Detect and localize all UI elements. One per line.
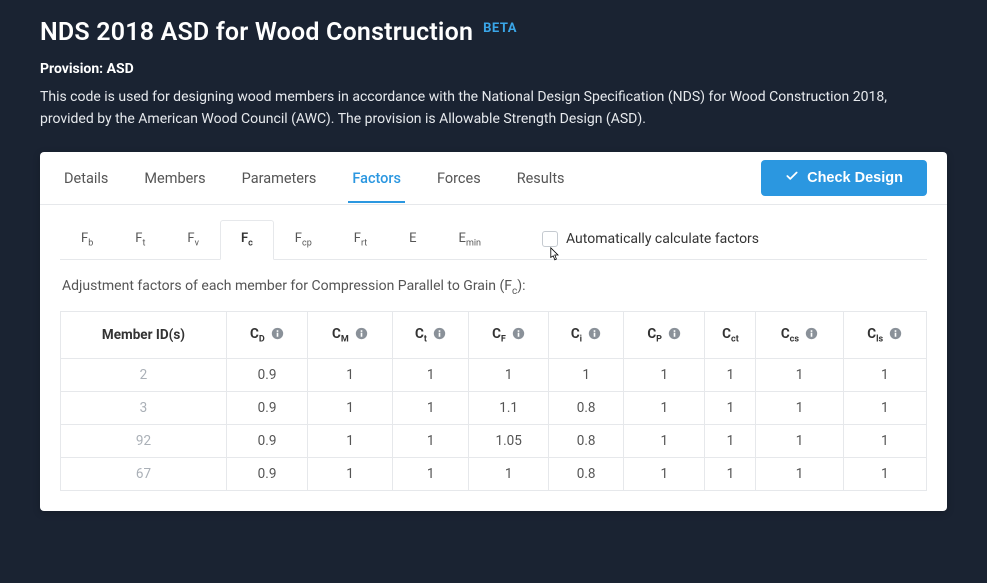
cell-value[interactable]: 1 bbox=[705, 425, 756, 458]
col-ccs: Ccs bbox=[756, 311, 843, 359]
cell-value[interactable]: 0.9 bbox=[226, 392, 307, 425]
info-icon[interactable] bbox=[668, 327, 681, 340]
info-icon[interactable] bbox=[512, 327, 525, 340]
subtab-fcp[interactable]: Fcp bbox=[274, 220, 333, 260]
cell-value[interactable]: 1.05 bbox=[469, 425, 549, 458]
adjustment-label: Adjustment factors of each member for Co… bbox=[60, 260, 927, 311]
col-ct: Ct bbox=[392, 311, 468, 359]
provision-label: Provision: ASD bbox=[40, 61, 947, 77]
info-icon[interactable] bbox=[889, 327, 902, 340]
cell-value[interactable]: 1 bbox=[843, 458, 926, 491]
cell-value[interactable]: 1 bbox=[392, 359, 468, 392]
page-title: NDS 2018 ASD for Wood Construction bbox=[40, 18, 473, 47]
cell-member-id[interactable]: 2 bbox=[61, 359, 227, 392]
cell-value[interactable]: 1 bbox=[843, 392, 926, 425]
cell-value[interactable]: 1 bbox=[624, 359, 705, 392]
tab-parameters[interactable]: Parameters bbox=[238, 154, 321, 203]
col-cls: Cls bbox=[843, 311, 926, 359]
cell-value[interactable]: 1 bbox=[756, 392, 843, 425]
check-design-button[interactable]: Check Design bbox=[761, 160, 927, 196]
cell-value[interactable]: 1 bbox=[756, 458, 843, 491]
main-tabs: Details Members Parameters Factors Forces Res… bbox=[60, 154, 569, 203]
cell-value[interactable]: 1 bbox=[843, 359, 926, 392]
cell-value[interactable]: 1 bbox=[549, 359, 624, 392]
table-row: 670.91110.81111 bbox=[61, 458, 927, 491]
factor-subtabs: FbFtFvFcFcpFrtEEmin bbox=[60, 219, 502, 259]
beta-badge: BETA bbox=[483, 21, 517, 36]
cell-value[interactable]: 1 bbox=[392, 392, 468, 425]
subtab-fb[interactable]: Fb bbox=[60, 220, 114, 260]
cell-value[interactable]: 1 bbox=[705, 392, 756, 425]
factors-table: Member ID(s)CD CM Ct CF Ci CP CctCcs Cls… bbox=[60, 311, 927, 492]
tab-results[interactable]: Results bbox=[513, 154, 569, 203]
cell-value[interactable]: 1 bbox=[843, 425, 926, 458]
col-ci: Ci bbox=[549, 311, 624, 359]
info-icon[interactable] bbox=[433, 327, 446, 340]
tab-factors[interactable]: Factors bbox=[348, 154, 405, 203]
cell-value[interactable]: 1 bbox=[308, 458, 393, 491]
col-member-id: Member ID(s) bbox=[61, 311, 227, 359]
col-cct: Cct bbox=[705, 311, 756, 359]
cell-value[interactable]: 1 bbox=[705, 359, 756, 392]
subtab-emin[interactable]: Emin bbox=[438, 220, 502, 260]
check-design-label: Check Design bbox=[807, 170, 903, 186]
info-icon[interactable] bbox=[588, 327, 601, 340]
cell-value[interactable]: 1 bbox=[308, 392, 393, 425]
subtab-e[interactable]: E bbox=[388, 220, 437, 260]
auto-calc-label: Automatically calculate factors bbox=[566, 231, 759, 247]
col-cd: CD bbox=[226, 311, 307, 359]
cell-value[interactable]: 1 bbox=[308, 425, 393, 458]
cell-value[interactable]: 0.8 bbox=[549, 392, 624, 425]
cell-value[interactable]: 1 bbox=[469, 359, 549, 392]
info-icon[interactable] bbox=[805, 327, 818, 340]
cell-value[interactable]: 1 bbox=[392, 425, 468, 458]
factors-panel: Details Members Parameters Factors Forces Res… bbox=[40, 152, 947, 511]
cell-member-id[interactable]: 67 bbox=[61, 458, 227, 491]
info-icon[interactable] bbox=[355, 327, 368, 340]
cell-value[interactable]: 1 bbox=[469, 458, 549, 491]
col-cf: CF bbox=[469, 311, 549, 359]
subtab-ft[interactable]: Ft bbox=[114, 220, 166, 260]
cell-value[interactable]: 1 bbox=[624, 458, 705, 491]
cell-value[interactable]: 0.8 bbox=[549, 425, 624, 458]
cell-value[interactable]: 1 bbox=[392, 458, 468, 491]
cell-value[interactable]: 1 bbox=[705, 458, 756, 491]
tab-details[interactable]: Details bbox=[60, 154, 112, 203]
tab-members[interactable]: Members bbox=[140, 154, 209, 203]
subtab-frt[interactable]: Frt bbox=[333, 220, 388, 260]
tab-forces[interactable]: Forces bbox=[433, 154, 485, 203]
cell-value[interactable]: 1 bbox=[624, 425, 705, 458]
cell-value[interactable]: 1 bbox=[624, 392, 705, 425]
cell-value[interactable]: 0.9 bbox=[226, 458, 307, 491]
cell-value[interactable]: 1 bbox=[756, 359, 843, 392]
col-cp: CP bbox=[624, 311, 705, 359]
col-cm: CM bbox=[308, 311, 393, 359]
subtab-fv[interactable]: Fv bbox=[166, 220, 220, 260]
cell-value[interactable]: 1 bbox=[756, 425, 843, 458]
cell-member-id[interactable]: 92 bbox=[61, 425, 227, 458]
table-row: 920.9111.050.81111 bbox=[61, 425, 927, 458]
cell-value[interactable]: 1.1 bbox=[469, 392, 549, 425]
cell-value[interactable]: 1 bbox=[308, 359, 393, 392]
cell-value[interactable]: 0.9 bbox=[226, 425, 307, 458]
check-icon bbox=[785, 169, 799, 187]
table-row: 20.911111111 bbox=[61, 359, 927, 392]
table-row: 30.9111.10.81111 bbox=[61, 392, 927, 425]
info-icon[interactable] bbox=[271, 327, 284, 340]
cell-member-id[interactable]: 3 bbox=[61, 392, 227, 425]
description-text: This code is used for designing wood mem… bbox=[40, 87, 910, 130]
cell-value[interactable]: 0.9 bbox=[226, 359, 307, 392]
cursor-pointer-icon bbox=[546, 245, 562, 269]
cell-value[interactable]: 0.8 bbox=[549, 458, 624, 491]
subtab-fc[interactable]: Fc bbox=[220, 220, 274, 260]
